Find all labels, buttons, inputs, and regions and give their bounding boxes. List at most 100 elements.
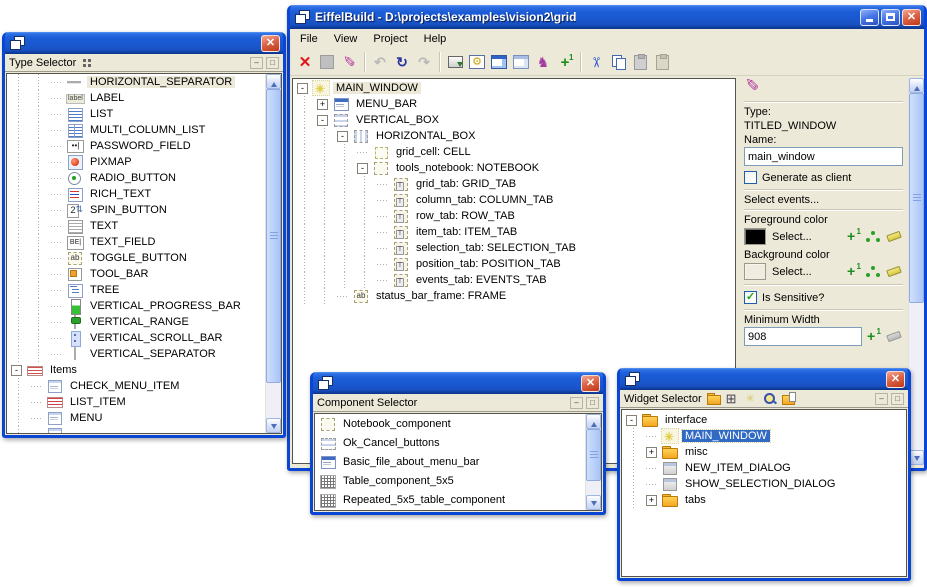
tree-expand-toggle[interactable]: - [626,415,637,426]
menu-view[interactable]: View [326,31,366,47]
tree-item-column-tab-column-tab[interactable]: column_tab: COLUMN_TAB [293,192,735,208]
paste-button[interactable] [629,51,651,73]
tree-item-item-tab-item-tab[interactable]: item_tab: ITEM_TAB [293,224,735,240]
generate-as-client-checkbox[interactable] [744,171,757,184]
tree-expand-toggle[interactable]: - [11,365,22,376]
tree-expand-toggle[interactable]: - [297,83,308,94]
tree-item-list[interactable]: LIST [7,106,264,122]
scroll-up-button[interactable] [266,74,281,89]
plus-one-button[interactable] [554,51,576,73]
component-selector-scrollbar[interactable] [585,414,601,510]
tree-expand-toggle[interactable]: + [317,99,328,110]
tree-item-main-window[interactable]: MAIN_WINDOW [622,428,906,444]
tree-item-text[interactable]: TEXT [7,218,264,234]
panel-maximize-button[interactable]: □ [586,397,599,409]
add-one-icon[interactable] [847,265,859,279]
tree-item-horizontal-separator[interactable]: HORIZONTAL_SEPARATOR [7,74,264,90]
tree-item-vertical-scroll-bar[interactable]: VERTICAL_SCROLL_BAR [7,330,264,346]
tree-item-spin-button[interactable]: SPIN_BUTTON [7,202,264,218]
cut-button[interactable] [585,51,607,73]
type-selector-header[interactable]: Type Selector – □ [5,54,283,72]
tree-item-selection-tab-selection-tab[interactable]: selection_tab: SELECTION_TAB [293,240,735,256]
gear-window-button[interactable] [466,51,488,73]
close-button[interactable] [886,371,905,388]
tree-item-pixmap[interactable]: PIXMAP [7,154,264,170]
copy-button[interactable] [607,51,629,73]
tree-item-vertical-box[interactable]: -VERTICAL_BOX [293,112,735,128]
folder-icon[interactable] [706,392,721,406]
wand-button[interactable] [338,51,360,73]
tree-item-tabs[interactable]: +tabs [622,492,906,508]
component-selector-title-bar[interactable] [313,372,603,394]
menu-project[interactable]: Project [365,31,415,47]
tree-item-events-tab-events-tab[interactable]: events_tab: EVENTS_TAB [293,272,735,288]
tree-item-blank[interactable] [7,426,264,434]
window-light-button[interactable] [510,51,532,73]
tree-item-tools-notebook-notebook[interactable]: -tools_notebook: NOTEBOOK [293,160,735,176]
tree-item-misc[interactable]: +misc [622,444,906,460]
list-item-ok-cancel-buttons[interactable]: Ok_Cancel_buttons [315,433,584,452]
tree-item-toggle-button[interactable]: TOGGLE_BUTTON [7,250,264,266]
tree-item-items[interactable]: -Items [7,362,264,378]
generate-button[interactable] [444,51,466,73]
tree-expand-toggle[interactable]: + [646,447,657,458]
tree-expand-toggle[interactable]: + [646,495,657,506]
tree-item-status-bar-frame-frame[interactable]: status_bar_frame: FRAME [293,288,735,304]
select-events-link[interactable]: Select events... [744,194,903,206]
tree-expand-toggle[interactable]: - [317,115,328,126]
foreground-select-button[interactable]: Select... [772,231,812,243]
panel-maximize-button[interactable]: □ [891,393,904,405]
widget-selector-title-bar[interactable] [620,368,908,390]
figure-button[interactable] [532,51,554,73]
scrollbar-thumb[interactable] [909,93,924,303]
scroll-down-button[interactable] [909,450,924,465]
add-one-icon[interactable] [867,330,879,344]
search-icon[interactable] [763,392,778,406]
background-select-button[interactable]: Select... [772,266,812,278]
list-item-repeated-5x5-table-component[interactable]: Repeated_5x5_table_component [315,490,584,509]
panel-minimize-button[interactable]: – [875,393,888,405]
scrollbar-thumb[interactable] [266,89,281,383]
starburst-dim-icon[interactable] [744,392,759,406]
close-button[interactable] [261,35,280,52]
eraser-icon[interactable] [886,231,902,242]
undo-button[interactable] [369,51,391,73]
type-selector-title-bar[interactable] [5,32,283,54]
scroll-down-button[interactable] [586,495,601,510]
nodes-icon[interactable] [866,265,880,279]
tree-item-horizontal-box[interactable]: -HORIZONTAL_BOX [293,128,735,144]
nodes-icon[interactable] [866,230,880,244]
tree-item-rich-text[interactable]: RICH_TEXT [7,186,264,202]
clipboard-button[interactable] [651,51,673,73]
tree-item-tree[interactable]: TREE [7,282,264,298]
list-item-basic-file-about-menu-bar[interactable]: Basic_file_about_menu_bar [315,452,584,471]
add-one-icon[interactable] [847,230,859,244]
main-title-bar[interactable]: EiffelBuild - D:\projects\examples\visio… [290,5,924,29]
close-button[interactable] [581,375,600,392]
tree-item-multi-column-list[interactable]: MULTI_COLUMN_LIST [7,122,264,138]
tree-item-row-tab-row-tab[interactable]: row_tab: ROW_TAB [293,208,735,224]
tree-expand-toggle[interactable]: - [357,163,368,174]
foreground-color-swatch[interactable] [744,228,766,245]
panel-maximize-button[interactable]: □ [266,57,279,69]
list-item-tree[interactable]: Tree [315,509,584,511]
tree-item-list-item[interactable]: LIST_ITEM [7,394,264,410]
minimum-width-input[interactable] [744,327,862,346]
close-button[interactable] [902,9,921,26]
tree-item-new-item-dialog[interactable]: NEW_ITEM_DIALOG [622,460,906,476]
tree-item-label[interactable]: LABEL [7,90,264,106]
panel-minimize-button[interactable]: – [570,397,583,409]
tree-item-radio-button[interactable]: RADIO_BUTTON [7,170,264,186]
tree-item-interface[interactable]: -interface [622,412,906,428]
tree-item-position-tab-position-tab[interactable]: position_tab: POSITION_TAB [293,256,735,272]
tree-item-vertical-separator[interactable]: VERTICAL_SEPARATOR [7,346,264,362]
panel-minimize-button[interactable]: – [250,57,263,69]
tree-item-main-window[interactable]: -MAIN_WINDOW [293,80,735,96]
name-input[interactable] [744,147,903,166]
refresh-button[interactable] [391,51,413,73]
eraser-icon[interactable] [886,266,902,277]
delete-button[interactable] [294,51,316,73]
tree-item-menu-bar[interactable]: +MENU_BAR [293,96,735,112]
tree-item-password-field[interactable]: PASSWORD_FIELD [7,138,264,154]
tree-item-text-field[interactable]: TEXT_FIELD [7,234,264,250]
